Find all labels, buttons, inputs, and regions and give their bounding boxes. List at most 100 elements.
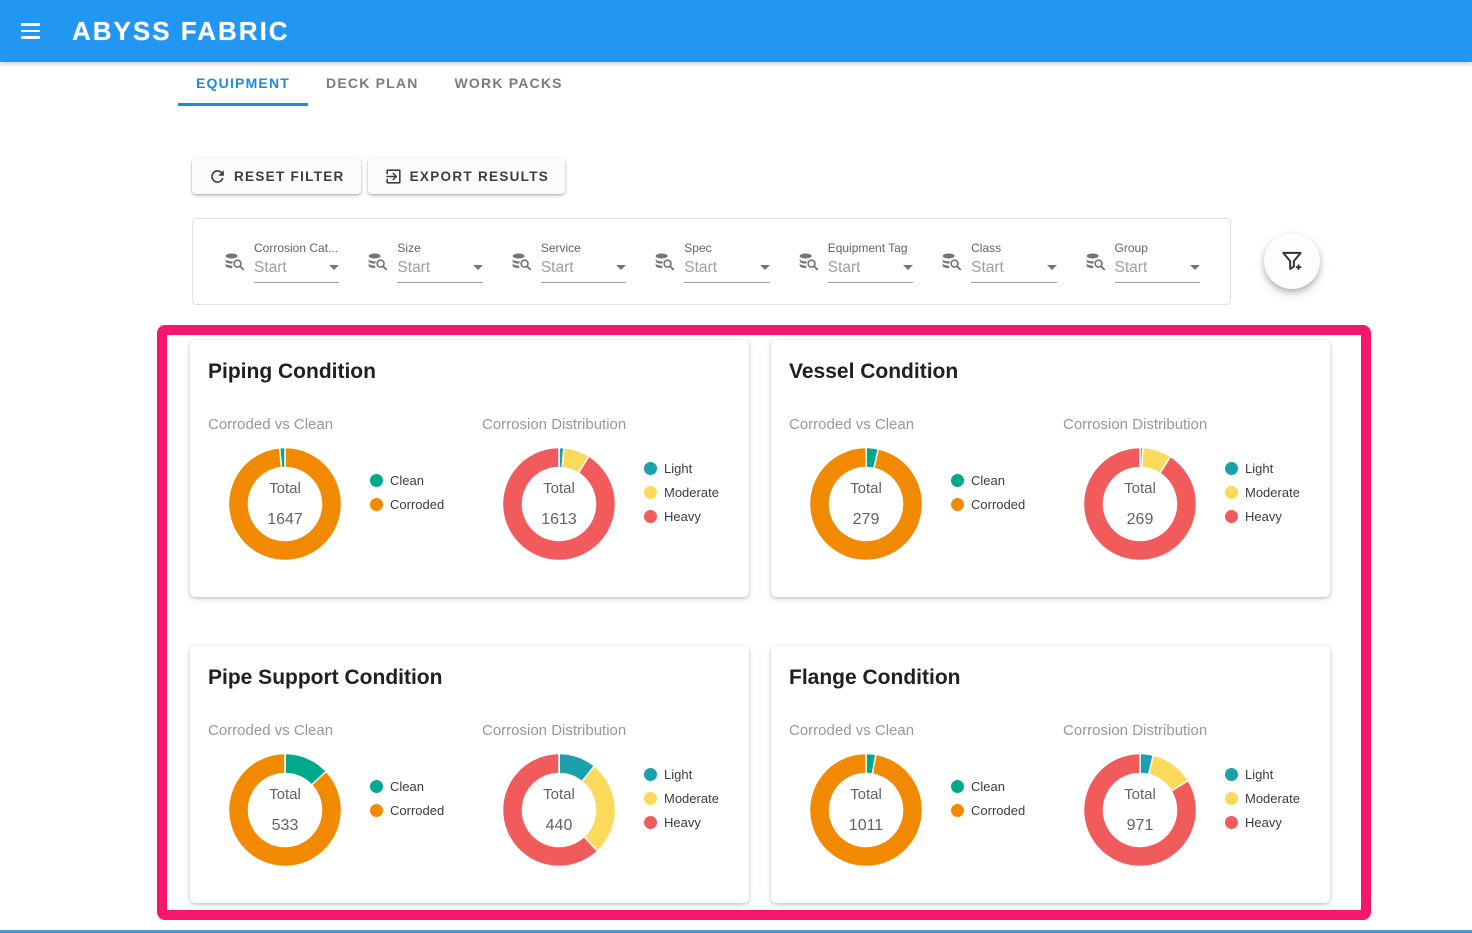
donut-segment-corroded[interactable] — [810, 754, 923, 867]
filter-select[interactable]: Class Start — [971, 241, 1056, 283]
legend-dot — [644, 486, 657, 499]
donut-chart[interactable] — [500, 751, 618, 869]
donut-segment-moderate[interactable] — [582, 766, 616, 851]
chart-group-corrosion-distribution: Corrosion Distribution Total440 Light Moder… — [482, 722, 731, 869]
card-pipe-support-condition: Pipe Support ConditionCorroded vs CleanT… — [190, 646, 749, 903]
chart-group-corrosion-distribution: Corrosion DistributionTotal269LightModer… — [1063, 416, 1312, 563]
menu-icon[interactable] — [6, 7, 54, 55]
data-search-icon — [223, 251, 246, 279]
chevron-down-icon[interactable] — [760, 265, 770, 270]
charts-row: Corroded vs CleanTotal1647CleanCorrodedC… — [208, 416, 731, 563]
legend-item-light: Light — [1225, 461, 1300, 476]
donut-chart[interactable] — [500, 445, 618, 563]
donut-chart[interactable] — [1081, 445, 1199, 563]
filter-select[interactable]: SizeStart — [397, 241, 482, 283]
reset-filter-label: RESET FILTER — [234, 169, 345, 184]
chart-subtitle: Corrosion Distribution — [1063, 416, 1312, 433]
filter-select[interactable]: Group Start — [1115, 241, 1200, 283]
legend-dot — [644, 816, 657, 829]
legend-label: Heavy — [664, 815, 701, 830]
donut-wrap: Total1613 — [500, 445, 618, 563]
data-search-icon — [1084, 251, 1107, 279]
tab-equipment[interactable]: EQUIPMENT — [178, 62, 308, 106]
donut-segment-heavy[interactable] — [502, 448, 615, 561]
donut-wrap: Total440 — [500, 751, 618, 869]
legend-dot — [1225, 816, 1238, 829]
filter-placeholder: Start — [1115, 259, 1148, 277]
legend-label: Light — [664, 461, 692, 476]
filter-value-row[interactable]: Start — [541, 259, 626, 277]
legend-label: Clean — [390, 473, 424, 488]
filter-label: Group — [1115, 241, 1200, 255]
filter-value-row[interactable]: Start — [1115, 259, 1200, 277]
legend-dot — [1225, 462, 1238, 475]
export-results-button[interactable]: EXPORT RESULTS — [368, 158, 565, 194]
donut-wrap: Total279 — [807, 445, 925, 563]
filter-field-group: Group Start — [1084, 241, 1200, 283]
donut-segment-corroded[interactable] — [810, 448, 923, 561]
filter-select[interactable]: ServiceStart — [541, 241, 626, 283]
chevron-down-icon[interactable] — [1190, 265, 1200, 270]
donut-chart[interactable] — [807, 445, 925, 563]
donut-chart[interactable] — [1081, 751, 1199, 869]
chart-subtitle: Corroded vs Clean — [208, 722, 482, 739]
page-root: ABYSS FABRIC EQUIPMENTDECK PLANWORK PACK… — [0, 0, 1472, 933]
chevron-down-icon[interactable] — [903, 265, 913, 270]
donut-segment-heavy[interactable] — [1083, 448, 1196, 561]
chevron-down-icon[interactable] — [616, 265, 626, 270]
donut-chart[interactable] — [226, 445, 344, 563]
legend-dot — [951, 474, 964, 487]
legend-dot — [951, 498, 964, 511]
legend-label: Moderate — [1245, 485, 1300, 500]
filter-panel: Corrosion Cat...Start SizeStart ServiceSta… — [192, 218, 1231, 305]
legend-label: Clean — [390, 779, 424, 794]
legend-item-light: Light — [644, 461, 719, 476]
chart-legend: CleanCorroded — [951, 779, 1025, 818]
filter-select[interactable]: SpecStart — [684, 241, 769, 283]
tab-deck-plan[interactable]: DECK PLAN — [308, 62, 436, 106]
legend-dot — [951, 804, 964, 817]
filter-placeholder: Start — [684, 259, 717, 277]
legend-item-heavy: Heavy — [644, 815, 719, 830]
legend-dot — [644, 462, 657, 475]
add-filter-button[interactable] — [1264, 233, 1320, 289]
chart-legend: Light Moderate Heavy — [644, 767, 719, 830]
legend-label: Light — [1245, 461, 1273, 476]
donut-chart[interactable] — [807, 751, 925, 869]
legend-dot — [370, 498, 383, 511]
donut-chart[interactable] — [226, 751, 344, 869]
filter-select[interactable]: Corrosion Cat...Start — [254, 241, 339, 283]
filter-value-row[interactable]: Start — [971, 259, 1056, 277]
data-search-icon — [797, 251, 820, 279]
donut-row: Total279CleanCorroded — [789, 445, 1063, 563]
filter-select[interactable]: Equipment TagStart — [828, 241, 913, 283]
reset-filter-button[interactable]: RESET FILTER — [192, 158, 361, 194]
chart-legend: CleanCorroded — [370, 779, 444, 818]
data-search-icon — [653, 251, 676, 279]
legend-dot — [370, 804, 383, 817]
filter-label: Class — [971, 241, 1056, 255]
chevron-down-icon[interactable] — [473, 265, 483, 270]
legend-item-clean: Clean — [370, 473, 444, 488]
legend-item-moderate: Moderate — [644, 791, 719, 806]
donut-wrap: Total1011 — [807, 751, 925, 869]
legend-item-heavy: Heavy — [1225, 509, 1300, 524]
filter-value-row[interactable]: Start — [684, 259, 769, 277]
legend-item-light: Light — [644, 767, 719, 782]
filter-value-row[interactable]: Start — [397, 259, 482, 277]
refresh-icon — [208, 167, 227, 186]
data-search-icon — [366, 251, 389, 279]
tab-work-packs[interactable]: WORK PACKS — [437, 62, 581, 106]
chevron-down-icon[interactable] — [1047, 265, 1057, 270]
legend-dot — [644, 768, 657, 781]
data-search-icon — [510, 251, 533, 279]
charts-row: Corroded vs CleanTotal533CleanCorrodedCo… — [208, 722, 731, 869]
filter-value-row[interactable]: Start — [828, 259, 913, 277]
chart-subtitle: Corrosion Distribution — [482, 722, 731, 739]
filter-value-row[interactable]: Start — [254, 259, 339, 277]
chevron-down-icon[interactable] — [329, 265, 339, 270]
donut-wrap: Total971 — [1081, 751, 1199, 869]
legend-item-corroded: Corroded — [370, 497, 444, 512]
card-vessel-condition: Vessel ConditionCorroded vs CleanTotal27… — [771, 340, 1330, 597]
donut-row: Total1011 CleanCorroded — [789, 751, 1063, 869]
